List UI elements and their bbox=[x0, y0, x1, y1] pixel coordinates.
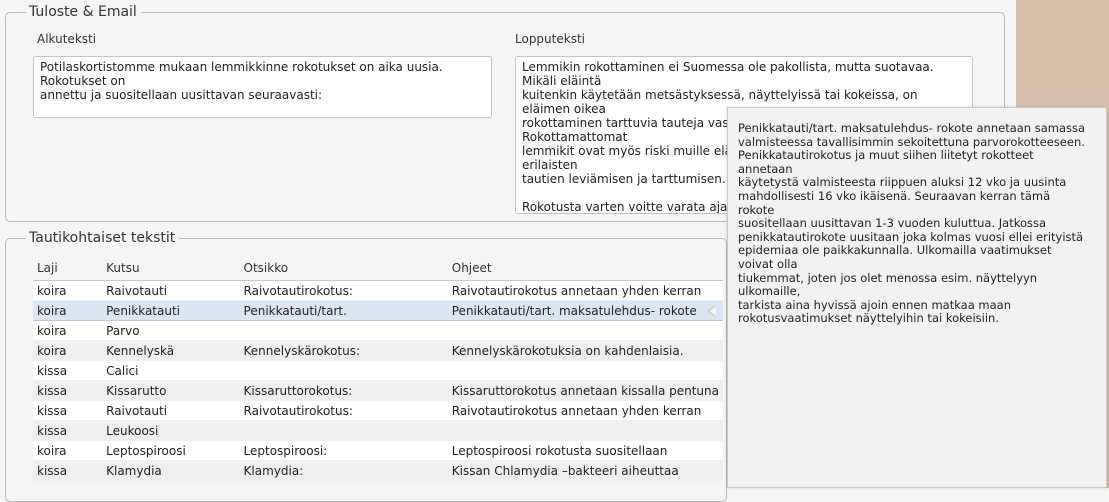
cell-otsikko bbox=[239, 360, 448, 381]
cell-ohjeet: Kissan Chlamydia –bakteeri aiheuttaa bbox=[447, 460, 723, 481]
column-header-laji[interactable]: Laji bbox=[33, 256, 103, 281]
cell-otsikko: Kissaruttorokotus: bbox=[239, 380, 448, 401]
cell-laji: koira bbox=[33, 300, 103, 321]
cell-otsikko bbox=[239, 320, 448, 341]
cell-ohjeet bbox=[447, 420, 723, 441]
cell-kutsu: Klamydia bbox=[102, 460, 240, 481]
cell-kutsu: Penikkatauti bbox=[102, 300, 240, 321]
cell-ohjeet: Raivotautirokotus annetaan yhden kerran bbox=[447, 280, 723, 301]
cell-laji: koira bbox=[33, 440, 103, 461]
cell-otsikko bbox=[239, 420, 448, 441]
instructions-tooltip: Penikkatauti/tart. maksatulehdus- rokote… bbox=[727, 107, 1107, 488]
cell-laji: kissa bbox=[33, 420, 103, 441]
disease-texts-legend: Tautikohtaiset tekstit bbox=[29, 230, 176, 246]
cell-kutsu: Parvo bbox=[102, 320, 240, 341]
cell-ohjeet bbox=[447, 320, 723, 341]
cell-laji: kissa bbox=[33, 400, 103, 421]
tooltip-text: Penikkatauti/tart. maksatulehdus- rokote… bbox=[738, 121, 1086, 326]
cell-laji: koira bbox=[33, 280, 103, 301]
start-text-label: Alkuteksti bbox=[37, 32, 97, 46]
output-email-legend: Tuloste & Email bbox=[29, 4, 137, 20]
table-row[interactable]: kissa Klamydia Klamydia: Kissan Chlamydi… bbox=[33, 460, 723, 481]
cell-otsikko: Klamydia: bbox=[239, 460, 448, 481]
cell-ohjeet: Leptospiroosi rokotusta suositellaan bbox=[447, 440, 723, 461]
cell-ohjeet bbox=[447, 360, 723, 381]
cell-ohjeet: Kissaruttorokotus annetaan kissalla pent… bbox=[447, 380, 723, 401]
cell-laji: kissa bbox=[33, 460, 103, 481]
cell-kutsu: Raivotauti bbox=[102, 280, 240, 301]
cell-laji: koira bbox=[33, 320, 103, 341]
cell-laji: kissa bbox=[33, 360, 103, 381]
cell-ohjeet: Kennelyskärokotuksia on kahdenlaisia. bbox=[447, 340, 723, 361]
cell-otsikko: Kennelyskärokotus: bbox=[239, 340, 448, 361]
cell-laji: koira bbox=[33, 340, 103, 361]
column-header-kutsu[interactable]: Kutsu bbox=[102, 256, 240, 281]
tooltip-arrow-fill bbox=[709, 306, 716, 316]
column-header-ohjeet[interactable]: Ohjeet bbox=[447, 256, 723, 281]
cell-kutsu: Raivotauti bbox=[102, 400, 240, 421]
end-text-label: Lopputeksti bbox=[515, 32, 585, 46]
cell-otsikko: Raivotautirokotus: bbox=[239, 280, 448, 301]
table-row-selected[interactable]: koira Penikkatauti Penikkatauti/tart. Pe… bbox=[33, 300, 723, 321]
cell-kutsu: Calici bbox=[102, 360, 240, 381]
table-row[interactable]: kissa Kissarutto Kissaruttorokotus: Kiss… bbox=[33, 380, 723, 401]
table-row[interactable]: kissa Calici bbox=[33, 360, 723, 381]
table-row[interactable]: koira Leptospiroosi Leptospiroosi: Lepto… bbox=[33, 440, 723, 461]
cell-kutsu: Kennelyskä bbox=[102, 340, 240, 361]
table-row[interactable]: koira Parvo bbox=[33, 320, 723, 341]
cell-kutsu: Leptospiroosi bbox=[102, 440, 240, 461]
table-header-row: Laji Kutsu Otsikko Ohjeet bbox=[33, 256, 723, 281]
table-row[interactable]: koira Raivotauti Raivotautirokotus: Raiv… bbox=[33, 280, 723, 301]
cell-kutsu: Kissarutto bbox=[102, 380, 240, 401]
cell-otsikko: Penikkatauti/tart. bbox=[239, 300, 448, 321]
table-row[interactable]: koira Kennelyskä Kennelyskärokotus: Kenn… bbox=[33, 340, 723, 361]
cell-laji: kissa bbox=[33, 380, 103, 401]
cell-kutsu: Leukoosi bbox=[102, 420, 240, 441]
cell-otsikko: Raivotautirokotus: bbox=[239, 400, 448, 421]
start-text-field[interactable]: Potilaskortistomme mukaan lemmikkinne ro… bbox=[33, 56, 492, 118]
cell-ohjeet: Raivotautirokotus annetaan yhden kerran bbox=[447, 400, 723, 421]
table-row[interactable]: kissa Leukoosi bbox=[33, 420, 723, 441]
cell-otsikko: Leptospiroosi: bbox=[239, 440, 448, 461]
column-header-otsikko[interactable]: Otsikko bbox=[239, 256, 448, 281]
cell-ohjeet: Penikkatauti/tart. maksatulehdus- rokote bbox=[447, 300, 723, 321]
disease-texts-table: Laji Kutsu Otsikko Ohjeet koira Raivotau… bbox=[33, 256, 723, 481]
table-row[interactable]: kissa Raivotauti Raivotautirokotus: Raiv… bbox=[33, 400, 723, 421]
